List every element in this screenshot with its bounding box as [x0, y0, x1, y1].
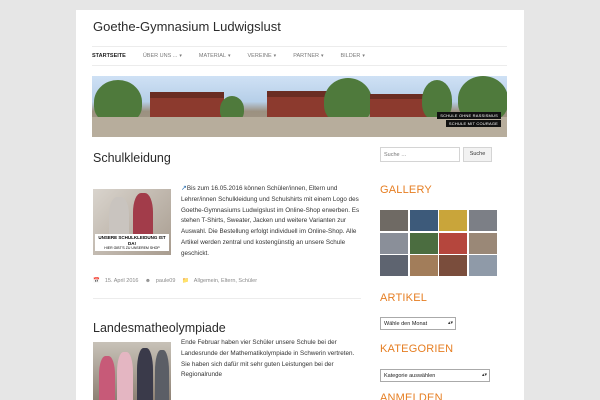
- gallery-widget-title: Gallery: [380, 184, 432, 196]
- chevron-down-icon: ▾: [362, 53, 365, 59]
- category-select[interactable]: Kategorie auswählen ▴▾: [380, 369, 490, 382]
- nav-item-label: Startseite: [92, 53, 126, 59]
- archive-widget-title: Artikel: [380, 292, 428, 304]
- gallery-thumbnail[interactable]: [439, 232, 467, 254]
- search-input[interactable]: [380, 147, 460, 162]
- site-title[interactable]: Goethe-Gymnasium Ludwigslust: [93, 19, 281, 34]
- categories-widget-title: Kategorien: [380, 343, 454, 355]
- nav-item-label: Bilder: [340, 53, 361, 59]
- nav-item-label: Vereine: [247, 53, 272, 59]
- thumbnail-banner-title: UNSERE SCHULKLEIDUNG IST DA!: [98, 235, 166, 246]
- chevron-down-icon: ▾: [273, 53, 277, 59]
- nav-item-ueber-uns[interactable]: Über uns ... ▾: [143, 53, 182, 59]
- post-thumbnail[interactable]: [93, 342, 171, 400]
- user-icon: ☻: [145, 278, 151, 284]
- nav-item-material[interactable]: Material ▾: [199, 53, 231, 59]
- main-navigation: Startseite Über uns ... ▾ Material ▾ Verei…: [92, 46, 507, 66]
- nav-item-label: Material: [198, 53, 226, 59]
- gallery-thumbnail[interactable]: [409, 255, 438, 276]
- post-divider: [93, 298, 361, 299]
- post-excerpt-text: Bis zum 16.05.2016 können Schüler/innen,…: [181, 185, 360, 257]
- gallery-thumbnail[interactable]: [468, 232, 497, 254]
- badge-schule-ohne-rassismus: SCHULE OHNE RASSISMUS: [437, 112, 501, 119]
- thumbnail-banner-subtitle: HIER GIBT'S ZU UNSEREM SHOP: [104, 246, 160, 250]
- gallery-thumbnail[interactable]: [380, 232, 408, 254]
- thumbnail-banner: UNSERE SCHULKLEIDUNG IST DA! HIER GIBT'S…: [95, 234, 169, 251]
- folder-icon: 📁: [181, 278, 189, 284]
- archive-month-select-value: Wähle den Monat: [384, 321, 428, 327]
- post-categories[interactable]: Allgemein, Eltern, Schüler: [194, 278, 257, 284]
- gallery-thumbnail[interactable]: [439, 255, 467, 276]
- select-arrow-icon: ▴▾: [481, 372, 487, 378]
- header-building: [370, 99, 430, 119]
- post-title[interactable]: Landesmatheolympiade: [93, 321, 226, 335]
- post-author[interactable]: paule09: [156, 278, 176, 284]
- gallery-thumbnail[interactable]: [380, 255, 408, 276]
- person-figure: [117, 352, 133, 400]
- select-arrow-icon: ▴▾: [447, 320, 453, 326]
- nav-item-label: Partner: [293, 53, 319, 59]
- search-button[interactable]: Suche: [463, 147, 492, 162]
- header-image[interactable]: SCHULE OHNE RASSISMUS SCHULE MIT COURAGE: [92, 76, 507, 137]
- chevron-down-icon: ▾: [228, 53, 231, 59]
- login-widget-title: Anmelden: [380, 392, 443, 400]
- category-select-value: Kategorie auswählen: [384, 373, 436, 379]
- calendar-icon: 📅: [93, 278, 100, 284]
- header-plaza: [92, 117, 507, 137]
- nav-item-bilder[interactable]: Bilder ▾: [340, 53, 364, 59]
- gallery-thumbnail[interactable]: [409, 210, 438, 231]
- archive-month-select[interactable]: Wähle den Monat ▴▾: [380, 317, 456, 330]
- person-figure: [155, 350, 169, 400]
- nav-item-startseite[interactable]: Startseite: [92, 53, 126, 59]
- gallery-grid: [380, 210, 500, 276]
- gallery-thumbnail[interactable]: [468, 255, 497, 276]
- post-thumbnail[interactable]: UNSERE SCHULKLEIDUNG IST DA! HIER GIBT'S…: [93, 189, 171, 255]
- chevron-down-icon: ▾: [320, 53, 324, 59]
- post-date[interactable]: 15. April 2016: [105, 278, 139, 284]
- nav-item-label: Über uns ...: [142, 53, 178, 59]
- post-excerpt: Ende Februar haben vier Schüler unsere S…: [181, 339, 355, 379]
- gallery-thumbnail[interactable]: [409, 232, 438, 254]
- person-figure: [137, 348, 153, 400]
- badge-schule-mit-courage: SCHULE MIT COURAGE: [445, 120, 501, 127]
- nav-item-partner[interactable]: Partner ▾: [293, 53, 323, 59]
- page: Goethe-Gymnasium Ludwigslust Startseite …: [76, 10, 524, 400]
- post-meta: 📅 15. April 2016 ☻ paule09 📁 Allgemein, Elt…: [93, 278, 262, 284]
- person-figure: [99, 356, 115, 400]
- gallery-thumbnail[interactable]: [439, 210, 467, 231]
- header-building: [267, 97, 331, 119]
- chevron-down-icon: ▾: [179, 53, 182, 59]
- nav-item-vereine[interactable]: Vereine ▾: [248, 53, 277, 59]
- post-title[interactable]: Schulkleidung: [93, 151, 171, 165]
- post-excerpt: ↗Bis zum 16.05.2016 können Schüler/innen…: [181, 184, 361, 260]
- gallery-thumbnail[interactable]: [380, 210, 408, 231]
- gallery-thumbnail[interactable]: [468, 210, 497, 231]
